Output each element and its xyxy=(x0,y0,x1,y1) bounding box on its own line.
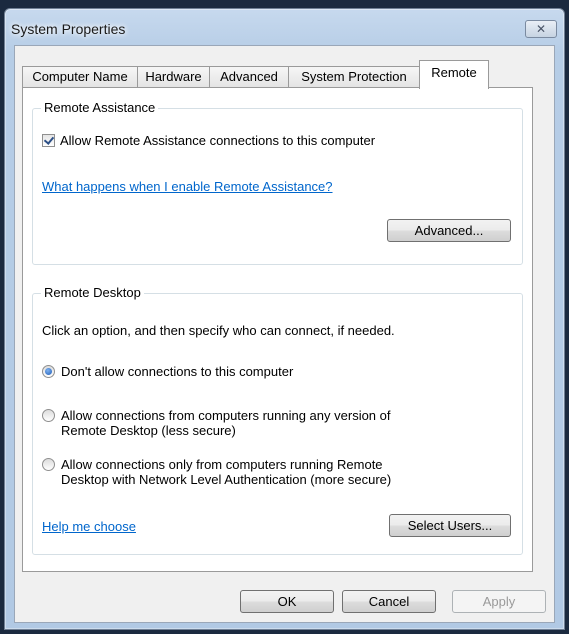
select-users-button[interactable]: Select Users... xyxy=(389,514,511,537)
allow-remote-assistance-checkbox[interactable] xyxy=(42,134,55,147)
cancel-button[interactable]: Cancel xyxy=(342,590,436,613)
remote-desktop-instruction: Click an option, and then specify who ca… xyxy=(42,323,395,338)
dialog-client-area: Computer Name Hardware Advanced System P… xyxy=(14,45,555,623)
any-version-label[interactable]: Allow connections from computers running… xyxy=(61,408,391,438)
nla-label-line2: Desktop with Network Level Authenticatio… xyxy=(61,472,392,487)
tab-advanced[interactable]: Advanced xyxy=(209,66,289,88)
dont-allow-label[interactable]: Don't allow connections to this computer xyxy=(61,364,293,379)
any-version-label-line1: Allow connections from computers running… xyxy=(61,408,391,423)
any-version-radio[interactable] xyxy=(42,409,55,422)
nla-label[interactable]: Allow connections only from computers ru… xyxy=(61,457,391,487)
dont-allow-radio[interactable] xyxy=(42,365,55,378)
tab-hardware[interactable]: Hardware xyxy=(137,66,210,88)
remote-desktop-option-dont-allow[interactable]: Don't allow connections to this computer xyxy=(42,364,293,379)
remote-desktop-option-any-version[interactable]: Allow connections from computers running… xyxy=(42,408,391,438)
allow-remote-assistance-label[interactable]: Allow Remote Assistance connections to t… xyxy=(60,133,375,148)
close-button[interactable]: ✕ xyxy=(525,20,557,38)
nla-radio[interactable] xyxy=(42,458,55,471)
remote-desktop-group-title: Remote Desktop xyxy=(41,285,144,300)
tab-remote[interactable]: Remote xyxy=(419,60,489,89)
title-bar[interactable]: System Properties ✕ xyxy=(5,9,564,49)
remote-desktop-option-nla[interactable]: Allow connections only from computers ru… xyxy=(42,457,391,487)
remote-assistance-group-title: Remote Assistance xyxy=(41,100,159,115)
tab-computer-name[interactable]: Computer Name xyxy=(22,66,138,88)
remote-tab-panel: Remote Assistance Allow Remote Assistanc… xyxy=(22,87,533,572)
system-properties-window: System Properties ✕ Computer Name Hardwa… xyxy=(4,8,565,630)
allow-remote-assistance-row[interactable]: Allow Remote Assistance connections to t… xyxy=(42,133,375,148)
close-icon: ✕ xyxy=(535,22,547,36)
any-version-label-line2: Remote Desktop (less secure) xyxy=(61,423,236,438)
window-title: System Properties xyxy=(11,21,126,37)
advanced-button[interactable]: Advanced... xyxy=(387,219,511,242)
remote-desktop-group: Remote Desktop Click an option, and then… xyxy=(32,285,523,555)
remote-assistance-group: Remote Assistance Allow Remote Assistanc… xyxy=(32,100,523,265)
help-me-choose-link[interactable]: Help me choose xyxy=(42,519,136,534)
ok-button[interactable]: OK xyxy=(240,590,334,613)
apply-button[interactable]: Apply xyxy=(452,590,546,613)
remote-assistance-help-link[interactable]: What happens when I enable Remote Assist… xyxy=(42,179,333,194)
nla-label-line1: Allow connections only from computers ru… xyxy=(61,457,383,472)
tab-system-protection[interactable]: System Protection xyxy=(288,66,420,88)
